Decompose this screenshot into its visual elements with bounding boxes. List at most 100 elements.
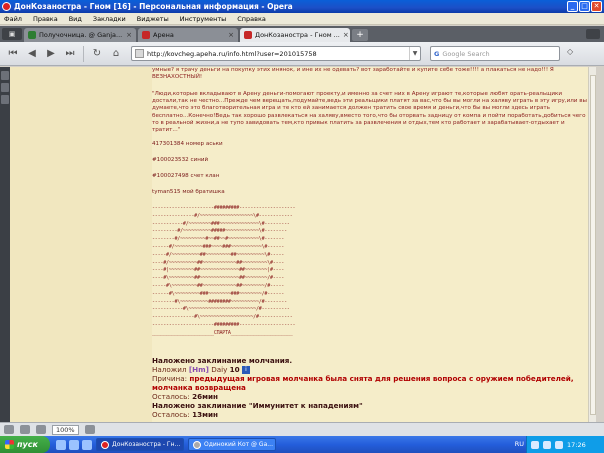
panel-toggle-icon[interactable]: ▣ — [2, 28, 22, 40]
google-icon: G — [434, 49, 440, 58]
quicklaunch-app-icon[interactable] — [56, 439, 66, 450]
window-controls: _ □ ✕ — [567, 1, 602, 12]
ascii-art-line: ------#/~~~~~~~~~~###~~~~###~~~~~~~~~~~\… — [152, 243, 285, 250]
quicklaunch-app-icon[interactable] — [82, 439, 92, 450]
tab-close-icon[interactable]: × — [228, 31, 234, 39]
window-title: ДонКозаностра - Гном [16] - Персональная… — [14, 2, 293, 11]
immunity-remaining-label: Осталось: — [152, 410, 193, 419]
immunity-remaining-value: 13мин — [192, 410, 218, 419]
ascii-art-line: -----#\~~~~~~~~~##~~~~~~~~~~~~##~~~~~~~~… — [152, 282, 285, 289]
fast-forward-icon[interactable]: ⏭ — [62, 46, 78, 62]
remaining-label: Осталось: — [152, 392, 193, 401]
quicklaunch-app-icon[interactable] — [69, 439, 79, 450]
clan-tag[interactable]: [Hm] — [189, 365, 209, 374]
tab-favicon-icon — [28, 31, 36, 39]
tab-menu-icon[interactable] — [586, 29, 600, 39]
menu-bookmarks[interactable]: Закладки — [93, 15, 126, 23]
ascii-art-line: ---------------#\~~~~~~~~~~~~~~~~~~~/#--… — [152, 314, 293, 321]
sparta-ascii-art: ----------------------#########---------… — [152, 205, 332, 338]
site-info-icon[interactable] — [135, 49, 144, 58]
rewind-icon[interactable]: ⏮ — [5, 46, 21, 62]
panel-notes-icon[interactable] — [1, 83, 9, 92]
ascii-art-line: --------#/~~~~~~~~~#~~##~~#~~~~~~~~~~~\#… — [152, 236, 285, 243]
panel-bookmarks-icon[interactable] — [1, 71, 9, 80]
ascii-art-line: ----#\~~~~~~~~~##~~~~~~~~~~~~~~##~~~~~~~… — [152, 275, 285, 282]
zoom-select[interactable]: 100% — [52, 424, 79, 435]
panel-toggle-icon[interactable] — [4, 425, 14, 434]
tray-network-icon[interactable] — [531, 440, 539, 449]
menu-file[interactable]: Файл — [4, 15, 22, 23]
close-button[interactable]: ✕ — [591, 1, 602, 12]
scrollbar-thumb[interactable] — [590, 75, 596, 415]
home-icon[interactable]: ⌂ — [108, 46, 124, 62]
ascii-art-line: ------#\~~~~~~~~~###~~~~~~~~###~~~~~~~~/… — [152, 290, 285, 297]
toolbar-separator — [83, 45, 84, 62]
task-label: Одинокий Кот @ Ga... — [204, 441, 273, 448]
tab-profile[interactable]: ДонКозаностра - Гном ... × — [240, 28, 350, 42]
taskbar-second-button[interactable]: Одинокий Кот @ Ga... — [188, 438, 276, 451]
language-indicator[interactable]: RU — [515, 440, 524, 448]
remaining-value: 26мин — [192, 392, 218, 401]
menu-help[interactable]: Справка — [237, 15, 266, 23]
ascii-art-line: -----#/~~~~~~~~~~##~~~~~~~~~##~~~~~~~~~~… — [152, 251, 285, 258]
start-button[interactable]: пуск — [0, 436, 50, 453]
ascii-art-line: -----------#/~~~~~~~~###~~~~~~~~~~~~~~\#… — [152, 220, 290, 227]
reason-value: предыдущая игровая молчанка была снята д… — [152, 374, 574, 392]
clan-account-line: #100027498 счет клан — [152, 173, 220, 179]
page-content: умные? я трачу деньги на покупку этих ин… — [10, 67, 596, 422]
intro-text: умные? я трачу деньги на покупку этих ин… — [152, 67, 554, 81]
reload-icon[interactable]: ↻ — [89, 46, 105, 62]
zoom-control-icon[interactable]: ◇ — [567, 47, 577, 61]
ascii-art-line: ----#/~~~~~~~~~~##~~~~~~~~~~~~##~~~~~~~~… — [152, 259, 285, 266]
tab-close-icon[interactable]: × — [126, 31, 132, 39]
menu-edit[interactable]: Правка — [33, 15, 58, 23]
info-icon[interactable]: i — [241, 366, 250, 374]
opera-icon — [101, 440, 109, 449]
tab-favicon-icon — [142, 31, 150, 39]
app-icon — [193, 440, 201, 449]
back-icon[interactable]: ◀ — [24, 46, 40, 62]
ascii-art-line: ---------------#/~~~~~~~~~~~~~~~~~~~\#--… — [152, 212, 293, 219]
tab-label: Арена — [153, 31, 174, 39]
tab-label: ДонКозаностра - Гном ... — [255, 31, 340, 39]
address-dropdown-icon[interactable]: ▼ — [409, 47, 420, 60]
caster-name[interactable]: Daiy — [209, 365, 230, 374]
images-toggle-icon[interactable] — [84, 425, 95, 434]
search-field[interactable]: G Google Search — [430, 46, 560, 61]
windows-taskbar: пуск ДонКозаностра - Гн... Одинокий Кот … — [0, 436, 604, 453]
panel-transfers-icon[interactable] — [1, 95, 9, 104]
tab-favicon-icon — [244, 31, 252, 39]
view-settings-icon[interactable] — [20, 425, 30, 434]
ascii-art-line: --------#\~~~~~~~~~~########~~~~~~~~~~/#… — [152, 298, 287, 305]
clock[interactable]: 17:26 — [567, 441, 586, 449]
tab-bar: ▣ Получочница. @ Ganja... × Арена × ДонК… — [0, 26, 604, 42]
taskbar-opera-button[interactable]: ДонКозаностра - Гн... — [96, 438, 184, 451]
ascii-art-line: ---------#/~~~~~~~~~~#####~~~~~~~~~~~~\#… — [152, 228, 287, 235]
forward-icon[interactable]: ▶ — [43, 46, 59, 62]
maximize-button[interactable]: □ — [579, 1, 590, 12]
opera-icon — [2, 2, 11, 11]
account-blue-line: #100023532 синий — [152, 157, 209, 163]
tray-volume-icon[interactable] — [543, 440, 551, 449]
tab-ganja[interactable]: Получочница. @ Ganja... × — [24, 28, 136, 42]
brother-line: tyman515 мой братишка — [152, 189, 225, 195]
tray-app-icon[interactable] — [555, 440, 563, 449]
status-bar: 100% — [0, 422, 604, 436]
windows-logo-icon — [5, 440, 14, 449]
tab-arena[interactable]: Арена × — [138, 28, 238, 42]
new-tab-button[interactable]: + — [352, 29, 368, 41]
silence-heading: Наложено заклинание молчания. — [152, 356, 293, 365]
address-bar[interactable]: http://kovcheg.apeha.ru/info.html?user=2… — [131, 46, 421, 61]
page-left-gutter — [10, 67, 152, 422]
menu-view[interactable]: Вид — [69, 15, 82, 23]
menu-tools[interactable]: Инструменты — [180, 15, 227, 23]
zoom-lens-icon[interactable] — [36, 425, 46, 434]
tab-close-icon[interactable]: × — [343, 31, 349, 39]
nav-toolbar: ⏮ ◀ ▶ ⏭ ↻ ⌂ http://kovcheg.apeha.ru/info… — [0, 42, 604, 66]
menu-widgets[interactable]: Виджеты — [137, 15, 169, 23]
ascii-art-line: ______________________СПАРТА____________… — [152, 329, 293, 336]
system-tray: 17:26 — [526, 436, 604, 453]
vertical-scrollbar[interactable] — [588, 67, 596, 422]
task-label: ДонКозаностра - Гн... — [112, 441, 181, 448]
minimize-button[interactable]: _ — [567, 1, 578, 12]
